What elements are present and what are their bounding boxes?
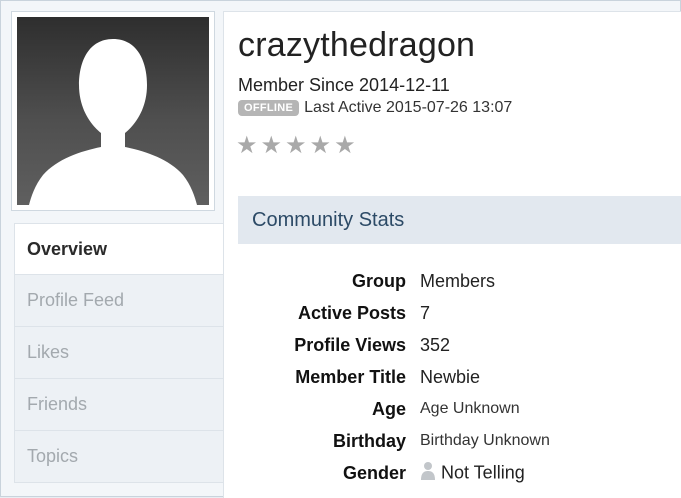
stat-row-profile-views: Profile Views 352 [238, 329, 668, 361]
community-stats-header: Community Stats [238, 196, 681, 244]
stat-label: Gender [342, 462, 406, 483]
community-stats-table: Group Members Active Posts 7 Profile Vie… [238, 265, 668, 489]
stat-value: 7 [420, 302, 431, 323]
star-icon[interactable]: ★ [285, 134, 307, 158]
stat-row-active-posts: Active Posts 7 [238, 297, 668, 329]
star-icon[interactable]: ★ [261, 134, 283, 158]
stat-row-age: Age Age Unknown [238, 393, 668, 425]
profile-main-panel: crazythedragon Member Since 2014-12-11 O… [223, 11, 681, 498]
stat-row-gender: Gender Not Telling [238, 457, 668, 489]
sidebar-item-label: Profile Feed [27, 290, 125, 310]
stat-row-member-title: Member Title Newbie [238, 361, 668, 393]
last-active-text: Last Active 2015-07-26 13:07 [304, 99, 513, 116]
profile-sidebar-nav: Overview Profile Feed Likes Friends Topi… [14, 223, 224, 483]
star-icon[interactable]: ★ [236, 134, 258, 158]
sidebar-item-label: Likes [27, 342, 70, 362]
sidebar-item-label: Friends [27, 394, 88, 414]
star-icon[interactable]: ★ [310, 134, 332, 158]
stat-value: 352 [420, 334, 451, 355]
stat-row-birthday: Birthday Birthday Unknown [238, 425, 668, 457]
stat-label: Age [371, 398, 406, 419]
sidebar-item-overview[interactable]: Overview [14, 223, 224, 275]
stat-value: Members [420, 270, 496, 291]
sidebar-item-topics[interactable]: Topics [14, 431, 224, 483]
page-title: crazythedragon [238, 26, 476, 64]
avatar[interactable] [17, 17, 209, 205]
rating-stars[interactable]: ★ ★ ★ ★ ★ [236, 134, 356, 158]
sidebar-item-label: Topics [27, 446, 79, 466]
sidebar-item-likes[interactable]: Likes [14, 327, 224, 379]
stat-value: Newbie [420, 366, 481, 387]
stat-label: Birthday [332, 430, 406, 451]
stat-value: Birthday Unknown [420, 432, 550, 449]
section-title: Community Stats [252, 208, 405, 231]
stat-row-group: Group Members [238, 265, 668, 297]
stat-label: Member Title [295, 366, 406, 387]
status-row: OFFLINE Last Active 2015-07-26 13:07 [238, 99, 512, 117]
star-icon[interactable]: ★ [334, 134, 356, 158]
stat-label: Group [352, 270, 406, 291]
stat-value: Age Unknown [420, 400, 520, 417]
stat-value: Not Telling [420, 461, 525, 486]
stat-label: Profile Views [294, 334, 406, 355]
member-since-text: Member Since 2014-12-11 [238, 75, 450, 95]
person-icon [420, 461, 436, 486]
stat-label: Active Posts [297, 302, 406, 323]
default-avatar-silhouette-icon [29, 39, 197, 205]
sidebar-item-friends[interactable]: Friends [14, 379, 224, 431]
avatar-frame [11, 11, 215, 211]
sidebar-item-profile-feed[interactable]: Profile Feed [14, 275, 224, 327]
gender-value: Not Telling [441, 461, 525, 482]
status-badge: OFFLINE [238, 100, 300, 116]
sidebar-item-label: Overview [27, 238, 108, 259]
